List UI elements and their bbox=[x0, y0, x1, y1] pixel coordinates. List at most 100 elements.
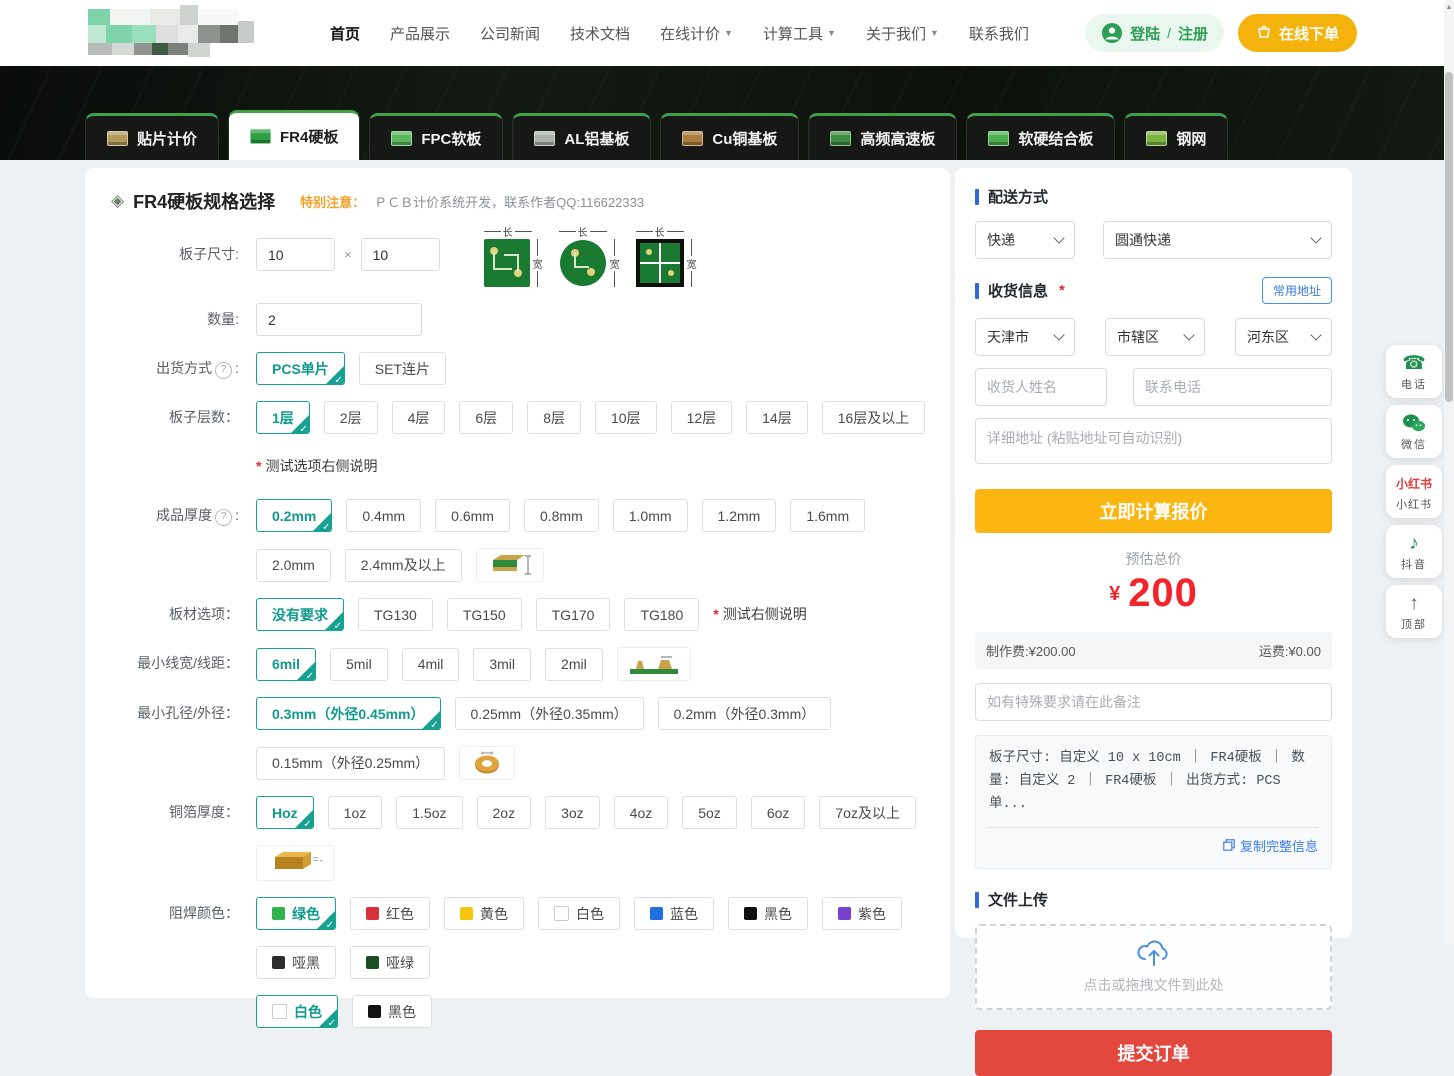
phone-input[interactable] bbox=[1133, 368, 1332, 406]
submit-order-button[interactable]: 提交订单 bbox=[975, 1030, 1332, 1076]
option-chip[interactable]: 4oz bbox=[614, 796, 669, 829]
tab-0[interactable]: 贴片计价 bbox=[85, 113, 219, 160]
nav-item-2[interactable]: 公司新闻 bbox=[480, 23, 540, 44]
quantity-input[interactable] bbox=[256, 303, 422, 336]
file-upload-dropzone[interactable]: 点击或拖拽文件到此处 bbox=[975, 924, 1332, 1010]
option-chip[interactable]: 1.2mm bbox=[702, 499, 777, 532]
option-chip[interactable]: 12层 bbox=[671, 401, 733, 434]
float-wechat[interactable]: 微信 bbox=[1386, 405, 1442, 458]
tab-3[interactable]: AL铝基板 bbox=[512, 113, 651, 160]
scrollbar[interactable]: ▲ bbox=[1444, 0, 1454, 944]
tab-2[interactable]: FPC软板 bbox=[369, 113, 503, 160]
help-icon[interactable]: ? bbox=[215, 362, 232, 379]
option-chip[interactable]: TG150 bbox=[447, 598, 522, 631]
receiver-name-input[interactable] bbox=[975, 368, 1107, 406]
option-chip[interactable]: 7oz及以上 bbox=[819, 796, 916, 829]
option-chip[interactable]: 2.0mm bbox=[256, 549, 331, 582]
option-chip[interactable]: PCS单片 bbox=[256, 352, 345, 385]
calculate-quote-button[interactable]: 立即计算报价 bbox=[975, 489, 1332, 533]
option-chip[interactable]: 黄色 bbox=[444, 897, 524, 930]
option-chip[interactable]: 没有要求 bbox=[256, 598, 344, 631]
logo-placeholder[interactable] bbox=[88, 5, 288, 61]
tab-1[interactable]: FR4硬板 bbox=[228, 110, 360, 160]
tab-4[interactable]: Cu铜基板 bbox=[660, 113, 799, 160]
scrollbar-up-arrow[interactable]: ▲ bbox=[1444, 0, 1454, 14]
nav-item-3[interactable]: 技术文档 bbox=[570, 23, 630, 44]
option-chip[interactable]: 2层 bbox=[324, 401, 378, 434]
nav-item-0[interactable]: 首页 bbox=[330, 23, 360, 44]
option-chip[interactable]: 4层 bbox=[392, 401, 446, 434]
option-chip[interactable]: 蓝色 bbox=[634, 897, 714, 930]
option-chip[interactable]: 0.3mm（外径0.45mm） bbox=[256, 697, 441, 730]
option-chip[interactable]: 0.6mm bbox=[435, 499, 510, 532]
option-chip[interactable]: 0.2mm（外径0.3mm） bbox=[658, 697, 832, 730]
nav-item-5[interactable]: 计算工具▼ bbox=[763, 23, 836, 44]
option-chip[interactable]: 哑绿 bbox=[350, 946, 430, 979]
option-chip[interactable]: 黑色 bbox=[728, 897, 808, 930]
option-chip[interactable]: 8层 bbox=[527, 401, 581, 434]
tab-5[interactable]: 高频高速板 bbox=[808, 113, 957, 160]
option-chip[interactable]: 1.0mm bbox=[613, 499, 688, 532]
option-chip[interactable]: 0.25mm（外径0.35mm） bbox=[455, 697, 644, 730]
option-chip[interactable]: 2oz bbox=[477, 796, 532, 829]
remark-input[interactable] bbox=[975, 683, 1332, 721]
option-chip[interactable]: 0.8mm bbox=[524, 499, 599, 532]
nav-item-7[interactable]: 联系我们 bbox=[969, 23, 1029, 44]
option-chip[interactable]: 紫色 bbox=[822, 897, 902, 930]
option-chip[interactable]: 6层 bbox=[459, 401, 513, 434]
option-chip[interactable]: 0.2mm bbox=[256, 499, 332, 532]
district-select[interactable]: 河东区 bbox=[1235, 318, 1332, 356]
register-link[interactable]: 注册 bbox=[1178, 23, 1208, 44]
option-chip[interactable]: TG170 bbox=[536, 598, 611, 631]
option-chip[interactable]: 3mil bbox=[473, 648, 531, 681]
tab-6[interactable]: 软硬结合板 bbox=[966, 113, 1115, 160]
option-chip[interactable]: 10层 bbox=[595, 401, 657, 434]
help-icon[interactable]: ? bbox=[215, 509, 232, 526]
option-chip[interactable]: TG130 bbox=[358, 598, 433, 631]
address-detail-textarea[interactable] bbox=[975, 418, 1332, 464]
float-back-to-top[interactable]: ↑顶部 bbox=[1386, 585, 1442, 638]
option-chip[interactable]: 1oz bbox=[328, 796, 383, 829]
option-chip[interactable]: 黑色 bbox=[352, 995, 432, 1028]
nav-item-1[interactable]: 产品展示 bbox=[390, 23, 450, 44]
option-chip[interactable]: 2mil bbox=[545, 648, 603, 681]
tab-7[interactable]: 钢网 bbox=[1124, 113, 1228, 160]
city-select[interactable]: 市辖区 bbox=[1105, 318, 1205, 356]
option-chip[interactable]: 白色 bbox=[538, 897, 620, 930]
float-xiaohongshu[interactable]: 小红书小红书 bbox=[1386, 465, 1442, 518]
copy-full-info-link[interactable]: 复制完整信息 bbox=[1223, 836, 1318, 855]
online-order-button[interactable]: 在线下单 bbox=[1238, 14, 1357, 52]
option-chip[interactable]: 绿色 bbox=[256, 897, 336, 930]
scrollbar-thumb[interactable] bbox=[1445, 72, 1453, 402]
option-chip[interactable]: 14层 bbox=[746, 401, 808, 434]
option-chip[interactable]: 6mil bbox=[256, 648, 316, 681]
option-chip[interactable]: 6oz bbox=[751, 796, 806, 829]
option-chip[interactable]: 红色 bbox=[350, 897, 430, 930]
common-address-button[interactable]: 常用地址 bbox=[1262, 277, 1332, 304]
option-chip[interactable]: TG180 bbox=[624, 598, 699, 631]
board-length-input[interactable] bbox=[256, 238, 335, 271]
option-chip[interactable]: 3oz bbox=[545, 796, 600, 829]
option-chip[interactable]: 1.5oz bbox=[396, 796, 462, 829]
option-chip[interactable]: SET连片 bbox=[359, 352, 446, 385]
option-chip[interactable]: 0.4mm bbox=[346, 499, 421, 532]
float-douyin[interactable]: ♪抖音 bbox=[1386, 525, 1442, 578]
option-chip[interactable]: 白色 bbox=[256, 995, 338, 1028]
shipping-method-select[interactable]: 快递 bbox=[975, 221, 1075, 259]
province-select[interactable]: 天津市 bbox=[975, 318, 1075, 356]
option-chip[interactable]: 5mil bbox=[330, 648, 388, 681]
option-chip[interactable]: 0.15mm（外径0.25mm） bbox=[256, 747, 445, 780]
float-phone[interactable]: ☎电话 bbox=[1386, 345, 1442, 398]
option-chip[interactable]: 16层及以上 bbox=[822, 401, 926, 434]
nav-item-4[interactable]: 在线计价▼ bbox=[660, 23, 733, 44]
login-link[interactable]: 登陆 bbox=[1130, 23, 1160, 44]
option-chip[interactable]: 5oz bbox=[682, 796, 737, 829]
option-chip[interactable]: 2.4mm及以上 bbox=[345, 549, 462, 582]
shipping-carrier-select[interactable]: 圆通快递 bbox=[1103, 221, 1332, 259]
nav-item-6[interactable]: 关于我们▼ bbox=[866, 23, 939, 44]
option-chip[interactable]: Hoz bbox=[256, 796, 314, 829]
option-chip[interactable]: 1.6mm bbox=[790, 499, 865, 532]
option-chip[interactable]: 1层 bbox=[256, 401, 310, 434]
option-chip[interactable]: 哑黑 bbox=[256, 946, 336, 979]
option-chip[interactable]: 4mil bbox=[402, 648, 460, 681]
